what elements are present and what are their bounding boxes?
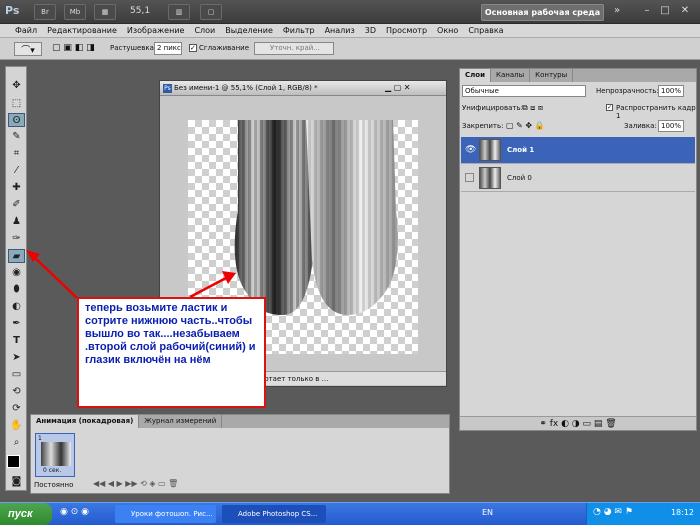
tutorial-note: теперь возьмите ластик и сотрите нижнюю … bbox=[77, 297, 266, 408]
lock-row: Закрепить: ▢ ✎ ✥ 🔒 Заливка: 100% bbox=[460, 119, 696, 135]
opacity-input[interactable]: 100% bbox=[658, 85, 684, 97]
animation-panel-tabs: Анимация (покадровая) Журнал измерений bbox=[31, 415, 449, 428]
animation-frame[interactable]: 1 0 сек. bbox=[35, 433, 75, 477]
taskbar-item-photoshop[interactable]: Adobe Photoshop CS... bbox=[222, 505, 326, 523]
loop-select[interactable]: Постоянно bbox=[34, 481, 73, 489]
unify-row: Унифицировать: ⧉ ⧈ ⧇ ✓ Распространить ка… bbox=[460, 101, 696, 120]
tab-measurement-log[interactable]: Журнал измерений bbox=[139, 415, 223, 428]
tab-channels[interactable]: Каналы bbox=[491, 69, 531, 82]
layer-name: Слой 1 bbox=[507, 146, 535, 154]
visibility-toggle[interactable] bbox=[465, 173, 474, 182]
system-tray: ◔ ◕ ✉ ⚑ 18:12 bbox=[586, 503, 700, 525]
blend-mode-select[interactable]: Обычные bbox=[462, 85, 586, 97]
layer-thumbnail bbox=[479, 167, 501, 189]
layer-row-0[interactable]: Слой 0 bbox=[461, 165, 695, 192]
quick-launch-icons[interactable]: ◉ ⊙ ◉ bbox=[60, 507, 89, 517]
layer-thumbnail bbox=[479, 139, 501, 161]
propagate-label: Распространить кадр 1 bbox=[616, 104, 696, 120]
playback-controls[interactable]: ◀◀ ◀ ▶ ▶▶ ⟲ ◈ ▭ 🗑 bbox=[93, 479, 178, 488]
fill-input[interactable]: 100% bbox=[658, 120, 684, 132]
animation-panel: Анимация (покадровая) Журнал измерений 1… bbox=[30, 414, 450, 494]
opacity-label: Непрозрачность: bbox=[596, 87, 659, 95]
layers-panel-footer-icons[interactable]: ⚭ fx ◐ ◑ ▭ ▤ 🗑 bbox=[460, 416, 696, 430]
start-button[interactable]: пуск bbox=[0, 503, 52, 525]
fill-label: Заливка: bbox=[624, 122, 657, 130]
unify-label: Унифицировать: bbox=[462, 104, 523, 112]
tray-icons[interactable]: ◔ ◕ ✉ ⚑ bbox=[593, 507, 633, 517]
clock: 18:12 bbox=[670, 508, 694, 517]
taskbar-item-browser[interactable]: Уроки фотошоп. Рис... bbox=[115, 505, 216, 523]
frame-delay[interactable]: 0 сек. bbox=[43, 467, 61, 474]
layer-name: Слой 0 bbox=[507, 174, 532, 182]
lock-label: Закрепить: bbox=[462, 122, 504, 130]
propagate-checkbox[interactable]: ✓ bbox=[606, 104, 613, 111]
windows-taskbar: пуск ◉ ⊙ ◉ Уроки фотошоп. Рис... Adobe P… bbox=[0, 502, 700, 525]
blend-row: Обычные Непрозрачность: 100% bbox=[460, 84, 696, 100]
tab-paths[interactable]: Контуры bbox=[530, 69, 574, 82]
layer-row-1[interactable]: 👁 Слой 1 bbox=[461, 137, 695, 164]
eye-icon[interactable]: 👁 bbox=[465, 145, 476, 155]
layers-panel-tabs: Слои Каналы Контуры bbox=[460, 69, 696, 82]
unify-icons[interactable]: ⧉ ⧈ ⧇ bbox=[522, 103, 543, 113]
frame-number: 1 bbox=[38, 435, 42, 442]
frame-thumbnail bbox=[41, 442, 71, 466]
language-indicator[interactable]: EN bbox=[482, 508, 493, 517]
tab-animation[interactable]: Анимация (покадровая) bbox=[31, 415, 140, 428]
tab-layers[interactable]: Слои bbox=[460, 69, 491, 82]
layers-panel: Слои Каналы Контуры Обычные Непрозрачнос… bbox=[459, 68, 697, 431]
lock-icons[interactable]: ▢ ✎ ✥ 🔒 bbox=[506, 121, 545, 130]
